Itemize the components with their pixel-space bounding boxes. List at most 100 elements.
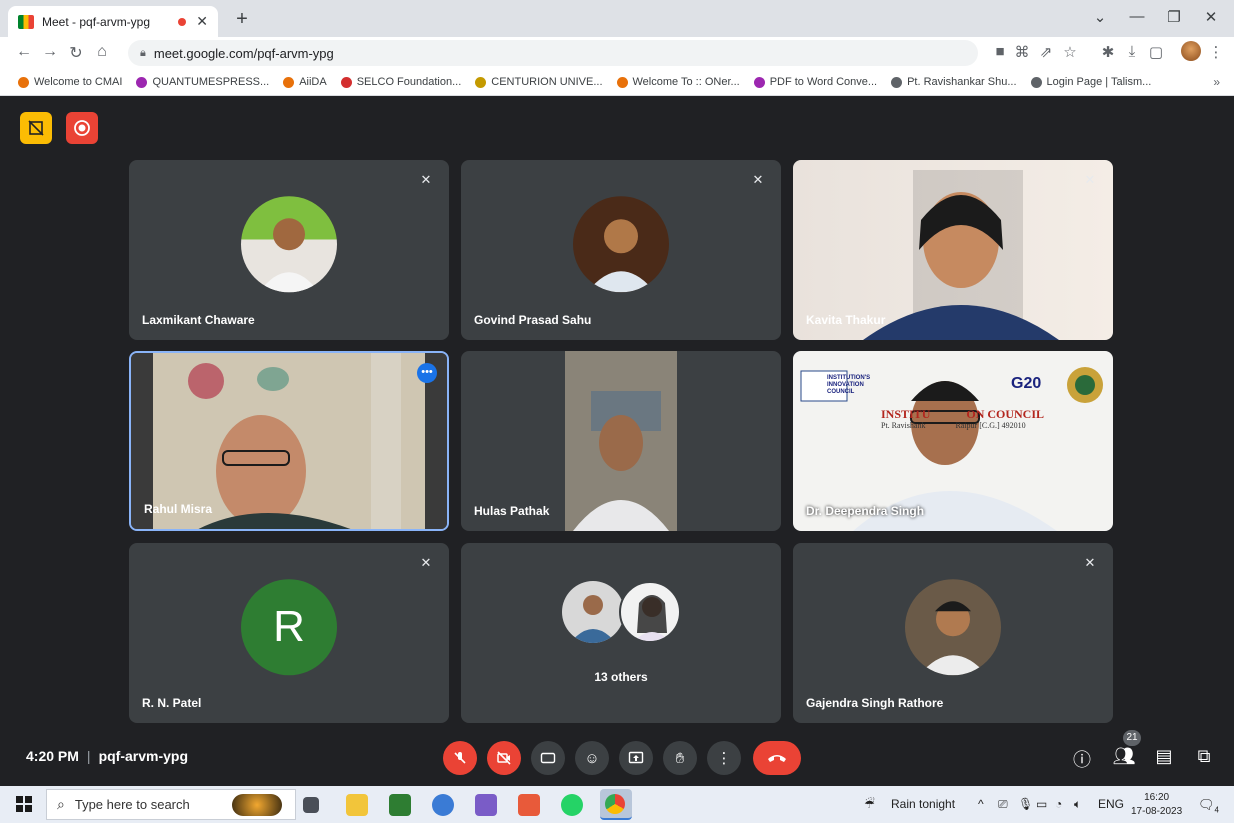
windows-start-icon[interactable] — [16, 796, 32, 812]
paint-icon[interactable] — [475, 794, 497, 816]
bookmark-item[interactable]: SELCO Foundation... — [340, 76, 461, 88]
bookmark-favicon-icon — [1030, 76, 1042, 88]
clock-date: 17-08-2023 — [1131, 806, 1183, 817]
present-screen-button[interactable] — [619, 741, 653, 775]
chat-icon[interactable]: ▤ — [1152, 746, 1176, 767]
more-options-button[interactable]: ⋮ — [707, 741, 741, 775]
participant-name: Laxmikant Chaware — [142, 313, 255, 327]
avatar — [905, 579, 1001, 676]
side-panel-icon[interactable]: ▢ — [1146, 43, 1166, 61]
tab-search-icon[interactable]: ⌄ — [1085, 8, 1115, 26]
others-tile[interactable]: 13 others — [461, 543, 781, 723]
people-icon[interactable]: 👥︎ — [1112, 746, 1136, 767]
leave-call-button[interactable] — [753, 741, 801, 775]
back-icon[interactable]: ← — [14, 43, 34, 61]
home-icon[interactable]: ⌂ — [92, 43, 112, 61]
forward-icon[interactable]: → — [40, 43, 60, 61]
participant-name: Kavita Thakur — [806, 313, 886, 327]
clock[interactable]: 16:20 17-08-2023 — [1131, 791, 1182, 819]
avatar — [619, 581, 681, 643]
bookmark-item[interactable]: PDF to Word Conve... — [753, 76, 877, 88]
bookmark-item[interactable]: AiiDA — [283, 76, 327, 88]
meeting-info-icon[interactable]: ⓘ — [1070, 746, 1094, 772]
avatar-initial: R — [273, 602, 305, 652]
separator: | — [86, 748, 91, 764]
camera-in-use-icon[interactable]: ■ — [990, 43, 1010, 60]
weather-text[interactable]: Rain tonight — [891, 797, 955, 811]
mic-off-button[interactable] — [443, 741, 477, 775]
participant-tile[interactable]: ✕ Govind Prasad Sahu — [461, 160, 781, 340]
bookmark-label: Welcome To :: ONer... — [632, 76, 740, 88]
minimize-icon[interactable]: — — [1122, 8, 1152, 25]
participant-name: Hulas Pathak — [474, 504, 550, 518]
bookmark-item[interactable]: QUANTUMESPRESS... — [136, 76, 269, 88]
search-highlight-icon[interactable] — [232, 794, 282, 816]
language-indicator[interactable]: ENG — [1098, 797, 1124, 811]
bookmark-item[interactable]: Pt. Ravishankar Shu... — [891, 76, 1017, 88]
meet-favicon-icon — [18, 14, 34, 29]
participant-name: Gajendra Singh Rathore — [806, 696, 944, 710]
navigation-bar: ← → ↻ ⌂ 🔒︎ meet.google.com/pqf-arvm-ypg … — [0, 37, 1234, 69]
raise-hand-button[interactable]: ✋︎ — [663, 741, 697, 775]
wifi-icon[interactable]: ◔ — [1055, 797, 1062, 811]
mic-off-icon: ✕ — [752, 172, 764, 187]
participant-video-tile[interactable]: ✕ Kavita Thakur — [793, 160, 1113, 340]
close-window-icon[interactable]: ✕ — [1196, 8, 1226, 26]
notification-count: 4 — [1214, 805, 1219, 815]
restore-icon[interactable]: ❐ — [1159, 8, 1189, 26]
show-hidden-icons-icon[interactable]: ^ — [978, 797, 984, 811]
meeting-stage: ✕ Laxmikant Chaware ✕ Govind Prasad Sahu… — [0, 96, 1234, 786]
tab-meet[interactable]: Meet - pqf-arvm-ypg ✕ — [8, 6, 218, 37]
search-icon: ⌕ — [57, 796, 65, 812]
more-options-icon[interactable]: ••• — [417, 363, 437, 383]
chrome-taskbar-icon[interactable] — [600, 789, 632, 820]
download-icon[interactable]: ⤓ — [1122, 43, 1142, 60]
menu-icon[interactable]: ⋮ — [1206, 43, 1226, 61]
profile-avatar[interactable] — [1181, 41, 1201, 61]
volume-icon[interactable]: 🔈︎ — [1074, 797, 1081, 812]
slide-subtitle: Pt. Ravishank Raipur [C.G.] 492010 — [881, 421, 1026, 430]
mic-off-icon: ✕ — [420, 172, 432, 187]
mic-off-icon: ✕ — [1084, 555, 1096, 570]
media-player-icon[interactable] — [432, 794, 454, 816]
bookmark-star-icon[interactable]: ☆ — [1060, 43, 1080, 61]
bookmark-item[interactable]: CENTURION UNIVE... — [475, 76, 603, 88]
participant-tile[interactable]: ✕ Gajendra Singh Rathore — [793, 543, 1113, 723]
battery-icon[interactable]: ▭ — [1036, 797, 1047, 811]
weather-icon[interactable]: ☔︎ — [864, 797, 875, 811]
tab-close-icon[interactable]: ✕ — [196, 13, 208, 30]
bookmark-label: QUANTUMESPRESS... — [152, 76, 270, 88]
reactions-button[interactable]: ☺ — [575, 741, 609, 775]
participant-video-tile[interactable]: Hulas Pathak — [461, 351, 781, 531]
reload-icon[interactable]: ↻ — [66, 43, 86, 63]
network-icon[interactable]: ⎚ — [998, 797, 1008, 812]
participant-tile[interactable]: ✕ Laxmikant Chaware — [129, 160, 449, 340]
notifications-icon[interactable]: 🗨︎4 — [1198, 797, 1219, 815]
activities-icon[interactable]: ⧉ — [1192, 746, 1216, 767]
bookmark-item[interactable]: Welcome To :: ONer... — [616, 76, 740, 88]
avatar — [241, 196, 337, 293]
extensions-icon[interactable]: ✱ — [1098, 43, 1118, 61]
notepad-icon[interactable] — [389, 794, 411, 816]
address-bar[interactable]: 🔒︎ meet.google.com/pqf-arvm-ypg — [128, 40, 978, 66]
bookmark-item[interactable]: Welcome to CMAI — [18, 76, 122, 88]
participant-tile[interactable]: R ✕ R. N. Patel — [129, 543, 449, 723]
bookmarks-overflow-icon[interactable]: » — [1213, 75, 1220, 89]
active-speaker-tile[interactable]: ••• Rahul Misra — [129, 351, 449, 531]
bookmark-favicon-icon — [475, 76, 487, 88]
app-icon[interactable] — [518, 794, 540, 816]
camera-off-button[interactable] — [487, 741, 521, 775]
microphone-icon[interactable]: 🎙︎ — [1018, 797, 1033, 811]
captions-off-icon[interactable] — [20, 112, 52, 144]
participant-video-tile[interactable]: G20 INSTITUTION'S INNOVATION COUNCIL INS… — [793, 351, 1113, 531]
new-tab-button[interactable]: + — [230, 8, 254, 31]
whatsapp-icon[interactable] — [561, 794, 583, 816]
recording-icon[interactable] — [66, 112, 98, 144]
captions-button[interactable] — [531, 741, 565, 775]
bookmark-item[interactable]: Login Page | Talism... — [1030, 76, 1151, 88]
translate-icon[interactable]: ⌘ — [1012, 43, 1032, 61]
file-explorer-icon[interactable] — [346, 794, 368, 816]
bookmark-label: AiiDA — [299, 76, 327, 88]
task-view-icon[interactable] — [303, 797, 319, 813]
share-icon[interactable]: ⇗ — [1036, 43, 1056, 61]
